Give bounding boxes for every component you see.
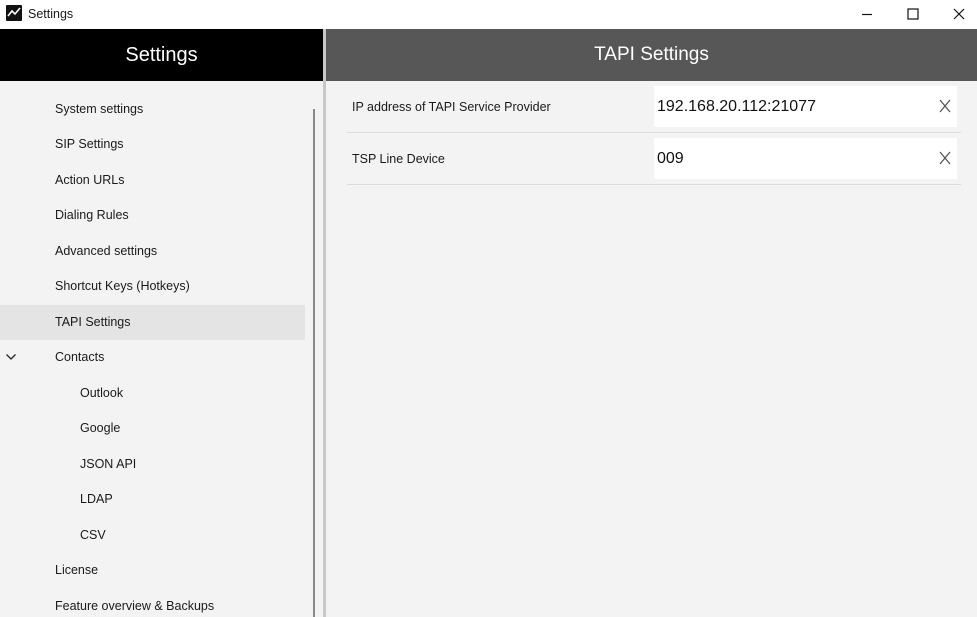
sidebar-item-json-api[interactable]: JSON API xyxy=(0,447,305,482)
sidebar-item-label: Dialing Rules xyxy=(55,208,129,222)
maximize-icon xyxy=(907,8,919,20)
tsp-line-device-label: TSP Line Device xyxy=(352,152,445,166)
sidebar-item-label: Feature overview & Backups xyxy=(55,599,215,613)
sidebar-item-label: License xyxy=(55,563,99,577)
sidebar-item-label: SIP Settings xyxy=(55,137,124,151)
sidebar-item-label: Advanced settings xyxy=(55,244,158,258)
sidebar-item-tapi-settings[interactable]: TAPI Settings xyxy=(0,305,305,340)
sidebar-item-label: LDAP xyxy=(80,492,113,506)
clear-icon[interactable] xyxy=(937,150,953,166)
sidebar-item-label: JSON API xyxy=(80,457,137,471)
maximize-button[interactable] xyxy=(890,0,936,28)
sidebar-item-dialing-rules[interactable]: Dialing Rules xyxy=(0,198,305,233)
chevron-down-icon[interactable] xyxy=(5,351,17,363)
minimize-icon xyxy=(862,13,872,16)
sidebar-item-label: TAPI Settings xyxy=(55,315,131,329)
setting-row-tsp-line-device: TSP Line Device xyxy=(347,133,961,185)
sidebar-item-label: CSV xyxy=(80,528,106,542)
sidebar-item-label: Google xyxy=(80,421,121,435)
sidebar-item-csv[interactable]: CSV xyxy=(0,518,305,553)
tapi-ip-label: IP address of TAPI Service Provider xyxy=(352,100,551,114)
sidebar-scrollbar[interactable] xyxy=(313,109,315,617)
sidebar-item-ldap[interactable]: LDAP xyxy=(0,482,305,517)
sidebar-item-outlook[interactable]: Outlook xyxy=(0,376,305,411)
sidebar-header: Settings xyxy=(0,29,323,81)
sidebar-item-contacts[interactable]: Contacts xyxy=(0,340,305,375)
sidebar-item-label: Action URLs xyxy=(55,173,125,187)
sidebar-item-feature-overview[interactable]: Feature overview & Backups xyxy=(0,589,305,617)
sidebar-nav: System settings SIP Settings Action URLs… xyxy=(0,81,323,617)
sidebar-item-label: Outlook xyxy=(80,386,124,400)
window-title: Settings xyxy=(28,7,74,21)
tsp-line-device-field xyxy=(654,138,957,179)
settings-content: IP address of TAPI Service Provider TSP … xyxy=(326,81,977,617)
sidebar-item-google[interactable]: Google xyxy=(0,411,305,446)
close-button[interactable] xyxy=(936,0,977,28)
title-bar: Settings xyxy=(0,0,977,29)
app-logo-icon xyxy=(6,5,22,21)
minimize-button[interactable] xyxy=(844,0,890,28)
sidebar-item-system-settings[interactable]: System settings xyxy=(0,92,305,127)
sidebar-item-shortcut-keys[interactable]: Shortcut Keys (Hotkeys) xyxy=(0,269,305,304)
sidebar-item-label: Contacts xyxy=(55,350,105,364)
page-title: TAPI Settings xyxy=(326,29,977,81)
clear-icon[interactable] xyxy=(937,98,953,114)
tapi-ip-input[interactable] xyxy=(654,86,924,127)
sidebar-item-action-urls[interactable]: Action URLs xyxy=(0,163,305,198)
sidebar-item-advanced-settings[interactable]: Advanced settings xyxy=(0,234,305,269)
close-icon xyxy=(953,8,965,20)
setting-row-tapi-ip: IP address of TAPI Service Provider xyxy=(347,81,961,133)
tsp-line-device-input[interactable] xyxy=(654,138,924,179)
sidebar-item-label: Shortcut Keys (Hotkeys) xyxy=(55,279,190,293)
sidebar-item-sip-settings[interactable]: SIP Settings xyxy=(0,127,305,162)
sidebar-item-license[interactable]: License xyxy=(0,553,305,588)
sidebar-item-label: System settings xyxy=(55,102,144,116)
tapi-ip-field xyxy=(654,86,957,127)
